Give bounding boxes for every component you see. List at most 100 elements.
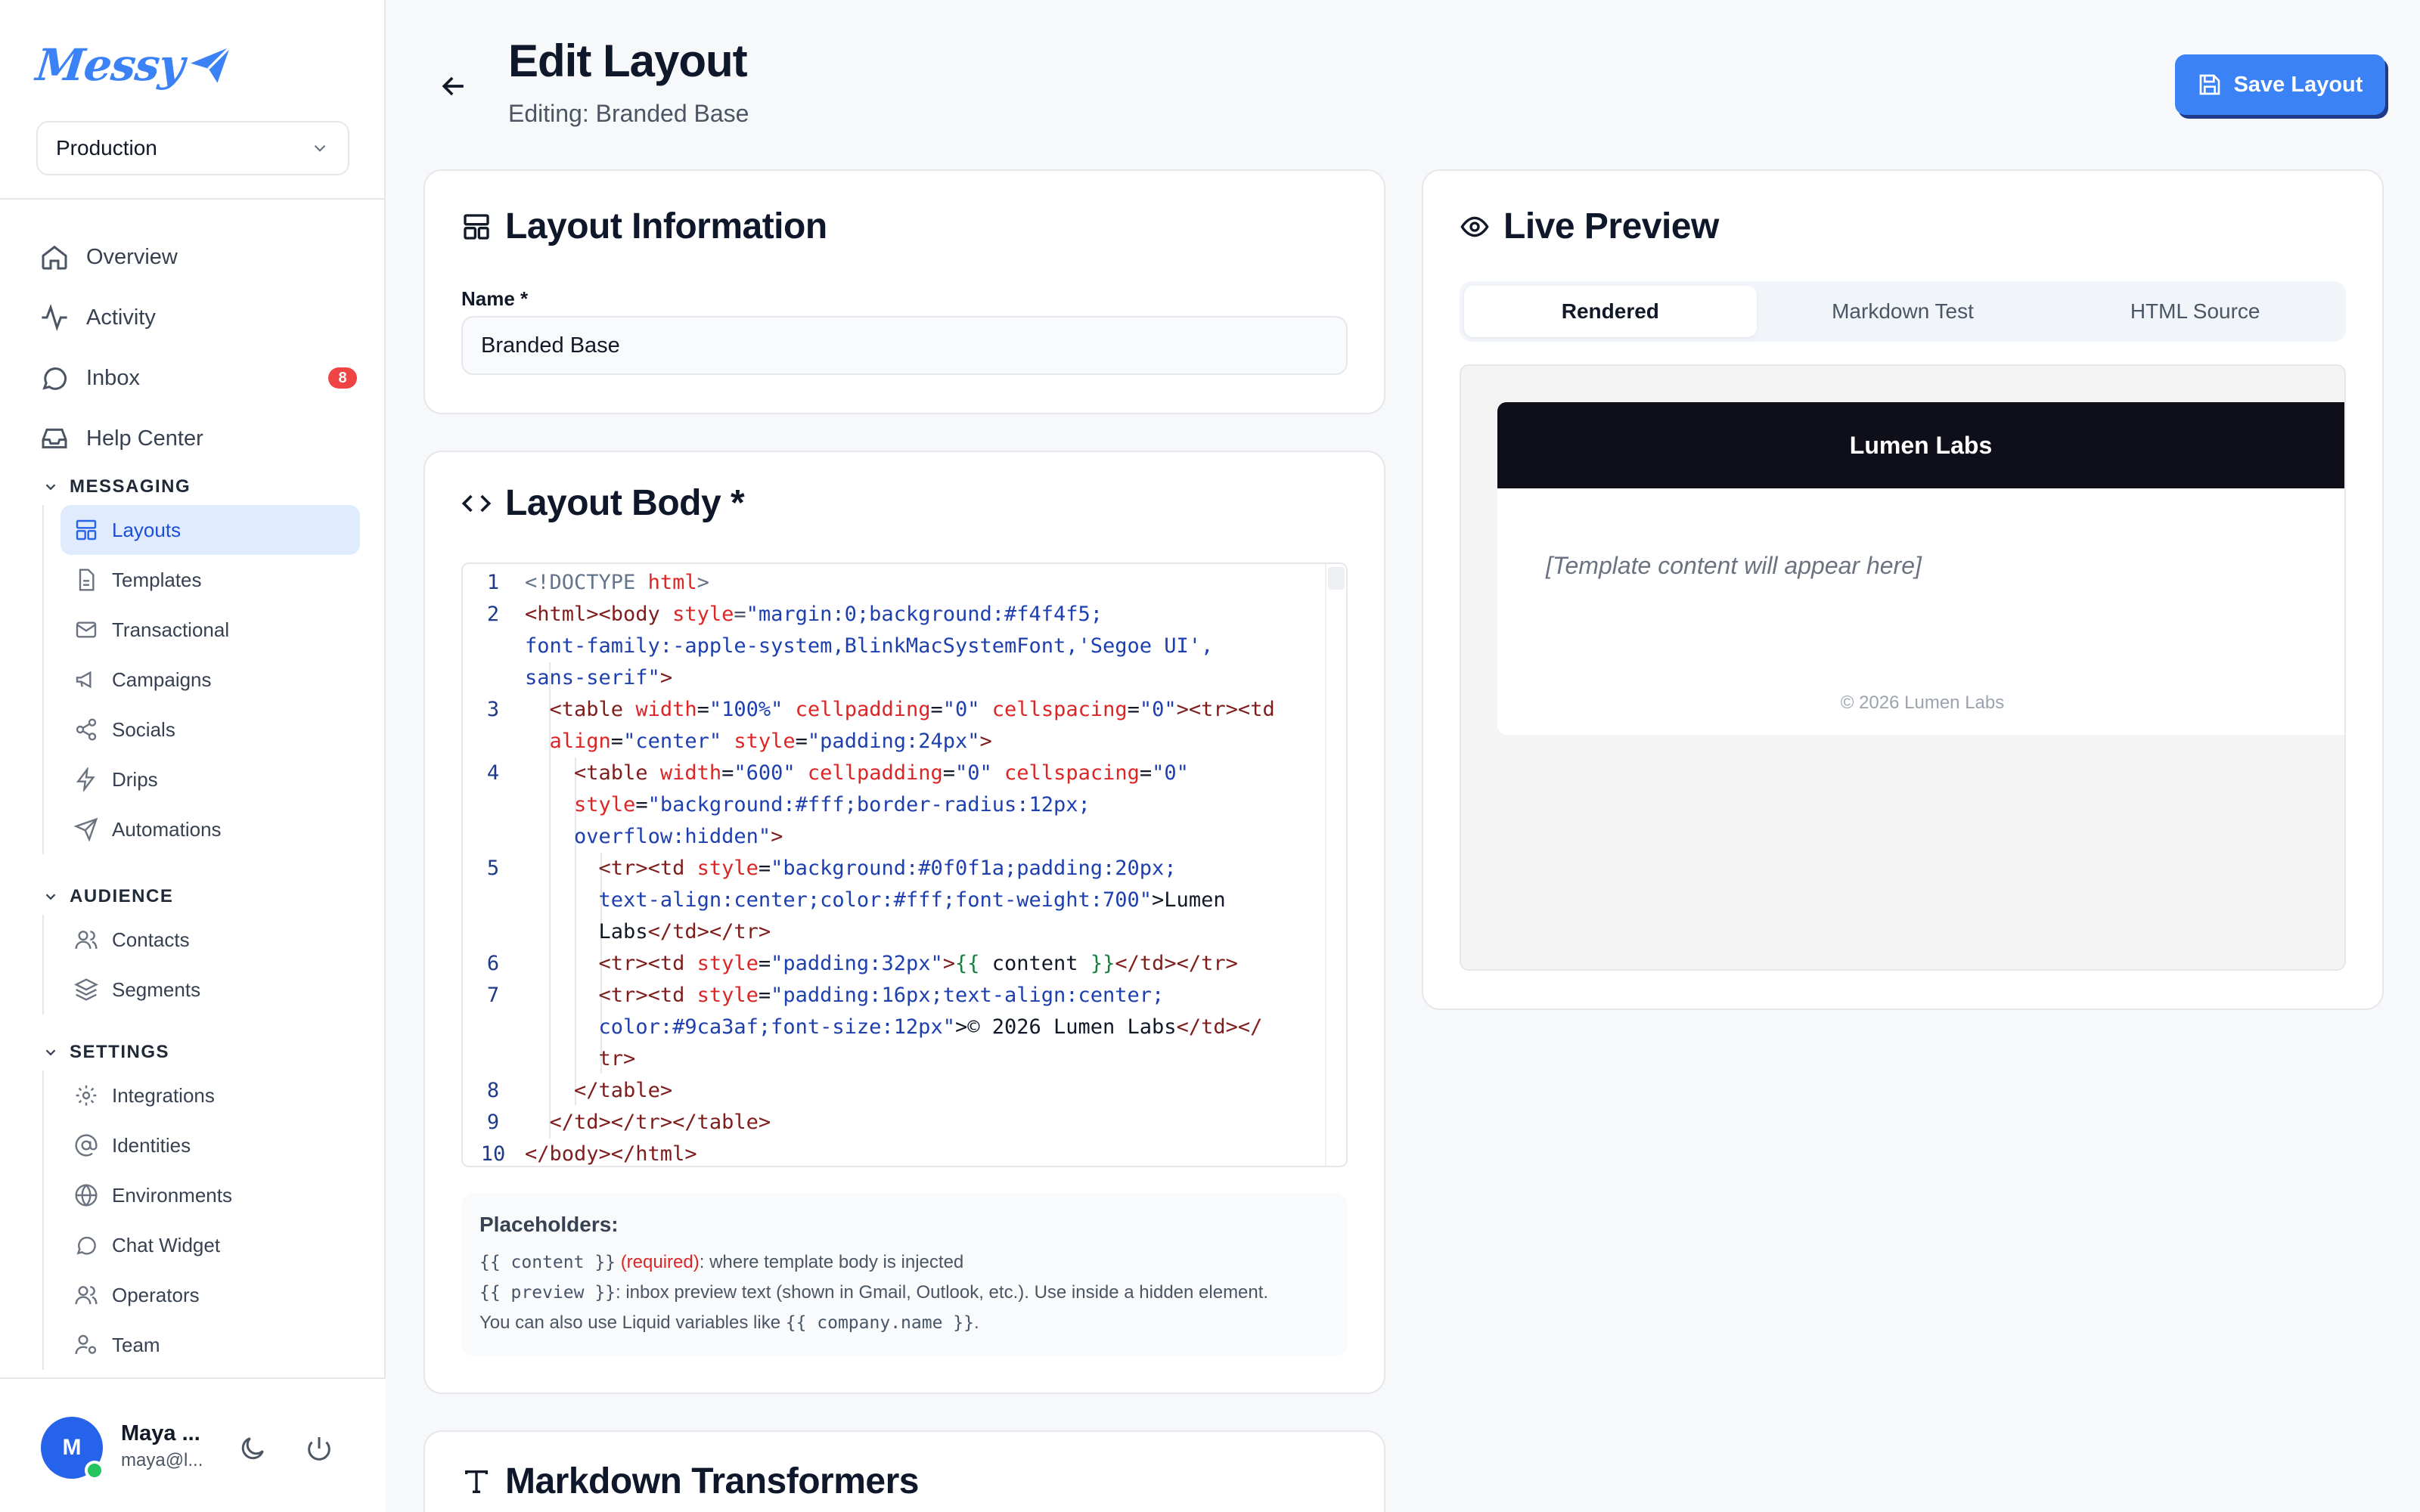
- code-token: content: [979, 952, 1091, 975]
- editor-scroll-thumb[interactable]: [1328, 567, 1345, 590]
- home-icon: [42, 245, 67, 270]
- sidebar-item-operators[interactable]: Operators: [60, 1270, 360, 1320]
- card-title-text: Markdown Transformers: [505, 1461, 919, 1501]
- section-toggle-messaging[interactable]: MESSAGING: [42, 469, 360, 505]
- line-number-spacer: [463, 789, 523, 821]
- code-token: "margin:0;background:#f4f4f5;: [746, 603, 1103, 626]
- text-type-icon: [465, 1470, 488, 1493]
- page-subtitle: Editing: Branded Base: [508, 100, 749, 127]
- sidebar-item-transactional[interactable]: Transactional: [60, 605, 360, 655]
- code-token: "padding:24px": [807, 730, 980, 753]
- brand-logo[interactable]: Messy: [33, 39, 232, 91]
- sidebar-item-segments[interactable]: Segments: [60, 965, 360, 1015]
- code-line: text-align:center;color:#fff;font-weight…: [525, 885, 1308, 916]
- back-arrow-icon[interactable]: [437, 70, 470, 103]
- code-token: cellspacing: [1004, 761, 1140, 785]
- markdown-transformers-card: Markdown Transformers: [424, 1430, 1385, 1512]
- power-icon[interactable]: [304, 1433, 334, 1464]
- tab-markdown-test[interactable]: Markdown Test: [1757, 286, 2049, 337]
- sidebar-item-automations[interactable]: Automations: [60, 804, 360, 854]
- gear-icon: [76, 1085, 97, 1106]
- markdown-transformers-heading: Markdown Transformers: [461, 1461, 919, 1502]
- email-footer: © 2026 Lumen Labs: [1840, 692, 2005, 713]
- nav-item-overview[interactable]: Overview: [39, 227, 357, 287]
- sidebar-item-label: Contacts: [112, 928, 190, 951]
- sidebar-item-identities[interactable]: Identities: [60, 1120, 360, 1170]
- activity-icon: [42, 304, 67, 331]
- inbox-count-badge: 8: [328, 367, 357, 389]
- nav-item-activity[interactable]: Activity: [39, 287, 357, 348]
- code-editor[interactable]: 1 2 3 4 5 6 7 8 9 10 <!DOCTYPE html> <ht…: [461, 562, 1348, 1167]
- editor-scrollbar[interactable]: [1325, 564, 1346, 1166]
- sidebar-divider: [0, 198, 386, 200]
- send-icon: [74, 817, 98, 841]
- sidebar-item-integrations[interactable]: Integrations: [60, 1070, 360, 1120]
- sidebar-item-chat-widget[interactable]: Chat Widget: [60, 1220, 360, 1270]
- code-token: "padding:32px": [771, 952, 943, 975]
- name-field[interactable]: Branded Base: [461, 316, 1348, 375]
- code-token: "background:#0f0f1a;padding:20px;: [771, 857, 1177, 880]
- nav-label: Activity: [86, 305, 156, 330]
- sidebar-item-environments[interactable]: Environments: [60, 1170, 360, 1220]
- sidebar-item-label: Campaigns: [112, 668, 212, 691]
- code-line: </td></tr></table>: [525, 1107, 1308, 1139]
- moon-icon[interactable]: [237, 1433, 268, 1464]
- code-token: overflow:hidden": [574, 825, 771, 848]
- sidebar-item-layouts[interactable]: Layouts: [60, 505, 360, 555]
- sidebar-item-drips[interactable]: Drips: [60, 754, 360, 804]
- placeholder-desc: : where template body is injected: [699, 1252, 964, 1272]
- code-line: <tr><td style="background:#0f0f1a;paddin…: [598, 857, 1177, 880]
- code-token: >: [659, 666, 673, 689]
- sidebar-item-label: Integrations: [112, 1083, 215, 1107]
- tab-html-source[interactable]: HTML Source: [2049, 286, 2341, 337]
- code-line: <html><body style="margin:0;background:#…: [525, 599, 1308, 631]
- sidebar-item-label: Templates: [112, 568, 202, 591]
- chevron-down-icon: [45, 1049, 56, 1056]
- code-token: <html><body: [525, 603, 673, 626]
- inbox-tray-icon: [42, 428, 67, 449]
- environment-value: Production: [56, 136, 157, 160]
- chevron-down-icon: [314, 144, 326, 152]
- code-token: tr>: [598, 1047, 636, 1070]
- globe-icon: [75, 1183, 98, 1207]
- sidebar-item-label: Drips: [112, 767, 158, 791]
- code-token: style: [734, 730, 796, 753]
- save-layout-button[interactable]: Save Layout: [2175, 54, 2385, 115]
- code-token: =: [734, 603, 746, 626]
- liquid-prefix: You can also use Liquid variables like: [479, 1312, 786, 1333]
- nav-item-inbox[interactable]: Inbox 8: [39, 348, 357, 408]
- sidebar-item-socials[interactable]: Socials: [60, 705, 360, 754]
- code-line: <tr><td style="padding:32px">{{ content …: [598, 952, 1238, 975]
- users-icon: [75, 931, 98, 950]
- code-token: >© 2026 Lumen Labs: [954, 1015, 1177, 1039]
- sidebar-item-label: Identities: [112, 1133, 191, 1157]
- environment-select[interactable]: Production: [36, 121, 349, 175]
- code-token: style: [697, 857, 759, 880]
- sidebar-item-templates[interactable]: Templates: [60, 555, 360, 605]
- sidebar-item-contacts[interactable]: Contacts: [60, 915, 360, 965]
- section-toggle-settings[interactable]: SETTINGS: [42, 1034, 360, 1070]
- tab-rendered[interactable]: Rendered: [1464, 286, 1757, 337]
- file-icon: [79, 569, 95, 591]
- preview-frame: Lumen Labs [Template content will appear…: [1460, 364, 2346, 971]
- nav-item-help-center[interactable]: Help Center: [39, 408, 357, 469]
- email-header: Lumen Labs: [1497, 402, 2344, 488]
- line-number: 6: [486, 952, 500, 975]
- code-content: <!DOCTYPE html> <html><body style="margi…: [525, 564, 1308, 1166]
- section-toggle-audience[interactable]: AUDIENCE: [42, 878, 360, 915]
- code-token: <tr><td: [598, 857, 697, 880]
- line-number-spacer: [463, 916, 523, 948]
- nav-label: Inbox: [86, 365, 140, 390]
- code-line: <tr><td style="padding:16px;text-align:c…: [598, 984, 1165, 1007]
- code-token: align: [549, 730, 611, 753]
- placeholder-content-line: {{ content }} (required): where template…: [479, 1247, 1329, 1278]
- placeholders-title: Placeholders:: [479, 1213, 619, 1236]
- sidebar-item-team[interactable]: Team: [60, 1320, 360, 1370]
- sidebar-item-campaigns[interactable]: Campaigns: [60, 655, 360, 705]
- team-icon: [75, 1334, 97, 1355]
- code-token: html: [647, 571, 697, 594]
- email-content-placeholder: [Template content will appear here]: [1546, 552, 1922, 579]
- code-token: color:#9ca3af;font-size:12px": [598, 1015, 955, 1039]
- paper-plane-icon: [191, 46, 231, 83]
- line-number: 3: [486, 698, 500, 721]
